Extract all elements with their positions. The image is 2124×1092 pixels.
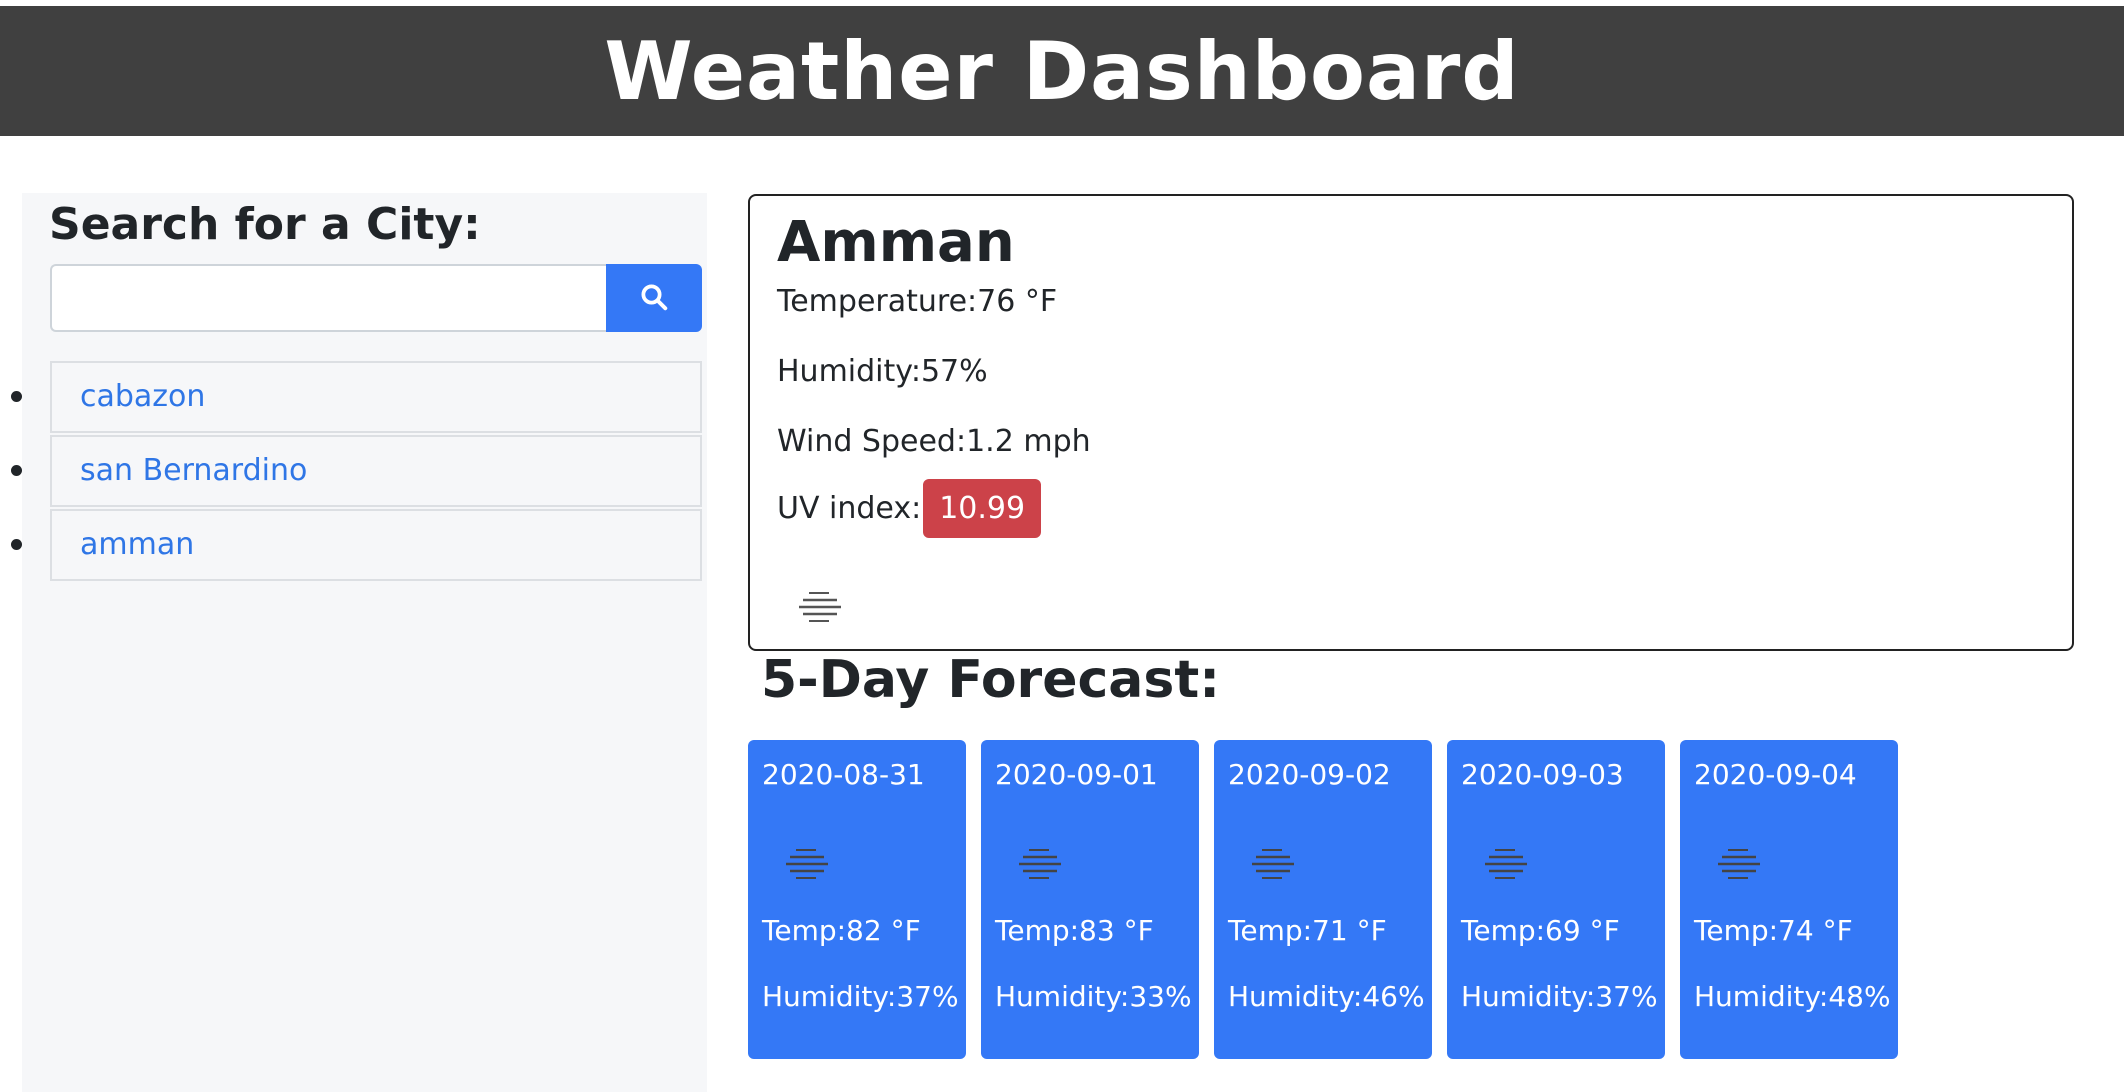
mist-icon [795,590,845,628]
forecast-humidity: Humidity:48% [1694,980,1891,1013]
forecast-temp: Temp:71 °F [1228,914,1387,947]
forecast-humidity: Humidity:37% [762,980,959,1013]
search-sidebar: Search for a City: cabazon san Bernardin… [11,193,707,1092]
humidity-label: Humidity: [777,354,921,389]
forecast-title: 5-Day Forecast: [761,650,1220,710]
forecast-card: 2020-09-03 Temp:69 °F Humidity:37% [1447,740,1665,1059]
humidity-value: 57% [920,354,988,389]
forecast-card: 2020-09-01 Temp:83 °F Humidity:33% [981,740,1199,1059]
mist-icon [1248,847,1298,885]
search-heading: Search for a City: [49,199,481,250]
uv-index-row: UV index: 10.99 [777,479,1042,538]
forecast-temp: Temp:69 °F [1461,914,1620,947]
uv-index-badge: 10.99 [923,479,1042,538]
bullet [11,465,22,476]
forecast-humidity: Humidity:37% [1461,980,1658,1013]
mist-icon [1714,847,1764,885]
wind-speed-value: 1.2 mph [966,424,1091,459]
city-link[interactable]: amman [80,527,194,562]
search-icon [639,282,669,315]
search-history-item[interactable]: cabazon [11,361,702,433]
forecast-date: 2020-09-01 [995,758,1158,791]
forecast-temp: Temp:82 °F [762,914,921,947]
search-history-item[interactable]: amman [11,509,702,581]
mist-icon [1481,847,1531,885]
current-city-name: Amman [777,210,1015,275]
forecast-date: 2020-09-04 [1694,758,1857,791]
mist-icon [1015,847,1065,885]
temperature-label: Temperature: [777,284,978,319]
forecast-date: 2020-09-03 [1461,758,1624,791]
forecast-temp: Temp:74 °F [1694,914,1853,947]
mist-icon [782,847,832,885]
page-title: Weather Dashboard [604,24,1520,118]
forecast-humidity: Humidity:33% [995,980,1192,1013]
humidity-row: Humidity:57% [777,354,988,389]
search-history-item[interactable]: san Bernardino [11,435,702,507]
search-history-list: cabazon san Bernardino amman [11,361,702,583]
bullet [11,391,22,402]
uv-index-label: UV index: [777,491,922,526]
forecast-date: 2020-08-31 [762,758,925,791]
city-link[interactable]: san Bernardino [80,453,307,488]
forecast-card: 2020-09-04 Temp:74 °F Humidity:48% [1680,740,1898,1059]
city-search-input[interactable] [50,264,606,332]
forecast-humidity: Humidity:46% [1228,980,1425,1013]
temperature-value: 76 °F [977,284,1058,319]
current-weather-card: Amman Temperature:76 °F Humidity:57% Win… [748,194,2074,651]
header-bar: Weather Dashboard [0,6,2124,136]
bullet [11,539,22,550]
forecast-date: 2020-09-02 [1228,758,1391,791]
city-link[interactable]: cabazon [80,379,205,414]
search-button[interactable] [606,264,702,332]
forecast-temp: Temp:83 °F [995,914,1154,947]
wind-speed-label: Wind Speed: [777,424,967,459]
forecast-card: 2020-09-02 Temp:71 °F Humidity:46% [1214,740,1432,1059]
forecast-card: 2020-08-31 Temp:82 °F Humidity:37% [748,740,966,1059]
temperature-row: Temperature:76 °F [777,284,1057,319]
wind-speed-row: Wind Speed:1.2 mph [777,424,1091,459]
